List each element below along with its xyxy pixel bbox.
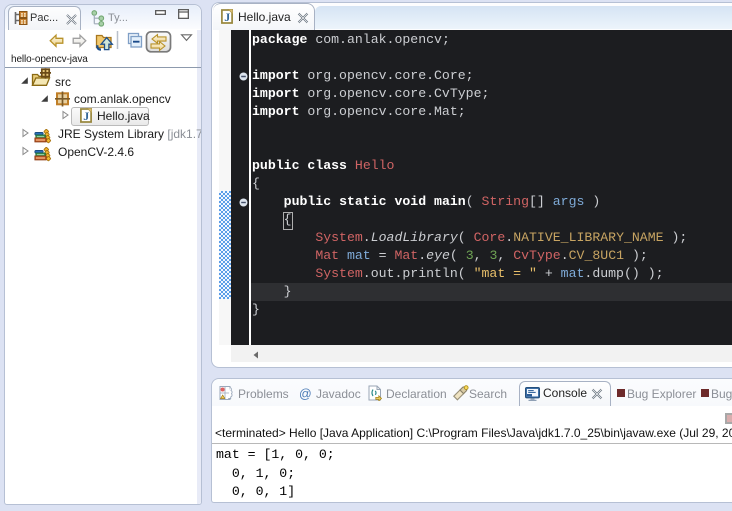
svg-text:J: J [83, 109, 89, 123]
svg-text:J: J [224, 10, 230, 24]
